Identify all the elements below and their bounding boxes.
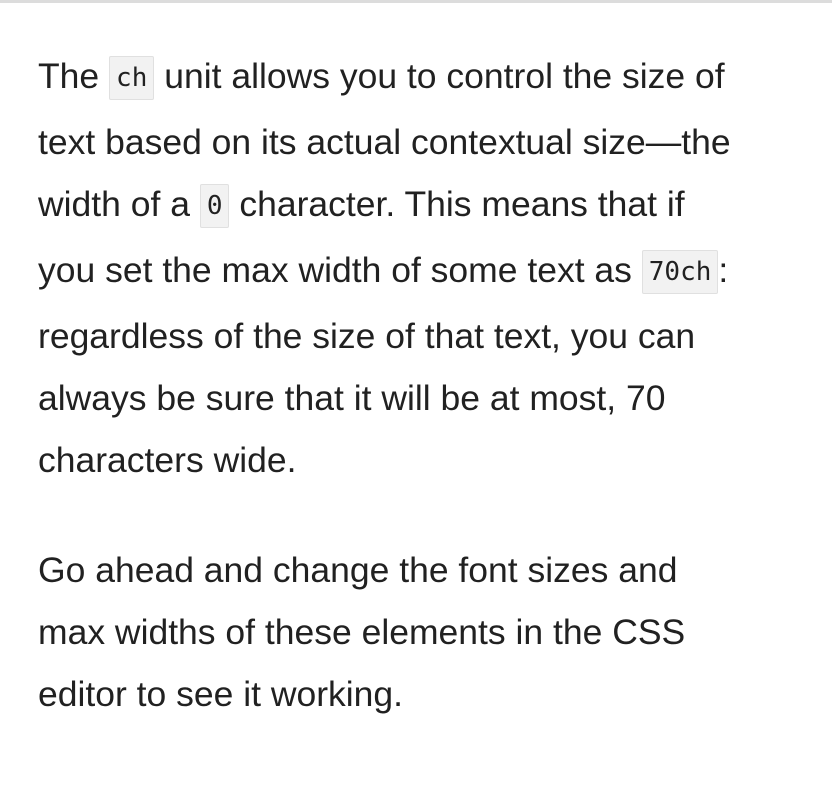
content-panel: The ch unit allows you to control the si…: [0, 0, 832, 800]
paragraph-instructions: Go ahead and change the font sizes and m…: [38, 550, 686, 714]
text-segment: The: [38, 56, 110, 96]
inline-code-ch: ch: [109, 56, 155, 100]
article-body: The ch unit allows you to control the si…: [38, 45, 738, 725]
inline-code-70ch: 70ch: [641, 250, 719, 294]
paragraph-ch-unit: The ch unit allows you to control the si…: [38, 45, 738, 491]
inline-code-zero: 0: [199, 184, 230, 228]
